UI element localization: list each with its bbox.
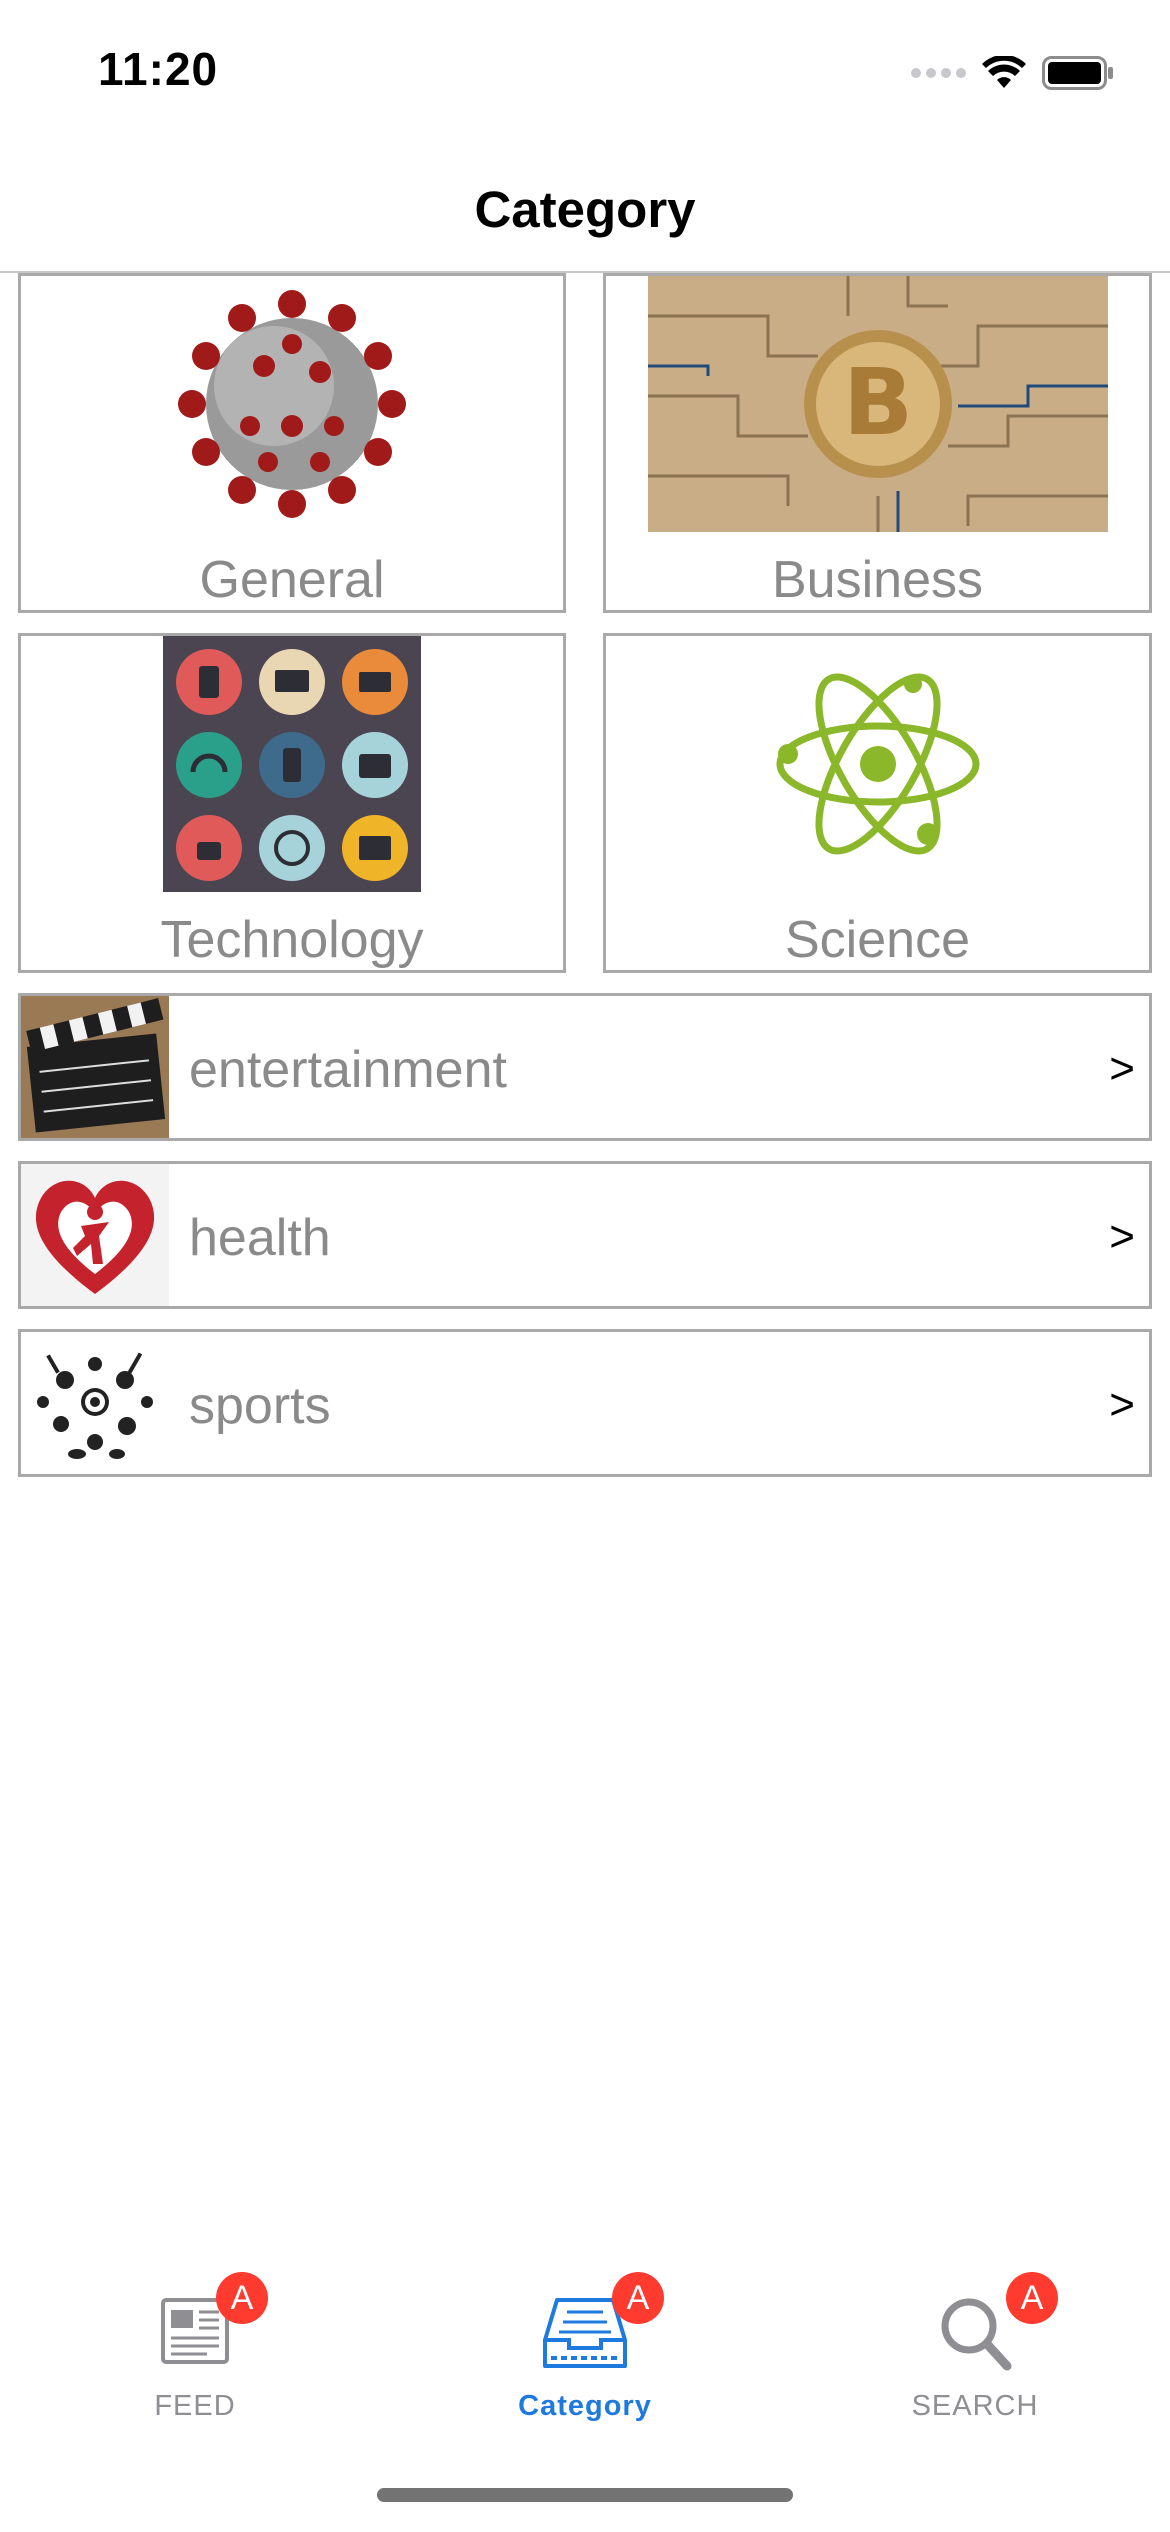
status-time: 11:20 [98, 43, 219, 95]
category-row-entertainment[interactable]: entertainment > [18, 993, 1152, 1141]
category-tile-general[interactable]: General [18, 273, 566, 613]
wifi-icon [982, 56, 1026, 88]
tab-category[interactable]: A Category [390, 2240, 780, 2440]
tile-label: Science [785, 911, 970, 969]
bitcoin-image: B [647, 276, 1108, 532]
tab-search[interactable]: A SEARCH [780, 2240, 1170, 2440]
chevron-right-icon: > [1109, 1044, 1135, 1093]
virus-image [178, 290, 406, 518]
row-label: health [189, 1209, 331, 1267]
technology-image [163, 636, 421, 892]
category-tile-science[interactable]: Science [603, 633, 1152, 973]
battery-icon [1042, 56, 1113, 90]
category-tile-technology[interactable]: Technology [18, 633, 566, 973]
tab-label: FEED [154, 2390, 236, 2422]
row-label: entertainment [189, 1041, 507, 1099]
navigation-bar: Category [0, 140, 1170, 273]
cellular-signal-icon [911, 68, 966, 78]
status-icons [911, 50, 1114, 96]
health-heart-image [21, 1164, 169, 1306]
row-label: sports [189, 1377, 331, 1435]
page-title: Category [474, 181, 696, 238]
atom-image [776, 673, 979, 855]
tile-label: General [199, 551, 385, 609]
notification-badge: A [216, 2272, 268, 2324]
category-row-sports[interactable]: sports > [18, 1329, 1152, 1477]
tab-label: SEARCH [911, 2390, 1039, 2422]
svg-text:B: B [842, 349, 912, 456]
chevron-right-icon: > [1109, 1212, 1135, 1261]
notification-badge: A [612, 2272, 664, 2324]
tile-label: Business [772, 551, 983, 609]
notification-badge: A [1006, 2272, 1058, 2324]
category-row-health[interactable]: health > [18, 1161, 1152, 1309]
chevron-right-icon: > [1109, 1380, 1135, 1429]
tab-feed[interactable]: A FEED [0, 2240, 390, 2440]
tab-label: Category [518, 2390, 652, 2422]
category-tile-business[interactable]: B Business [603, 273, 1152, 613]
status-bar: 11:20 [0, 0, 1170, 140]
tile-label: Technology [160, 911, 424, 969]
clapperboard-image [21, 996, 169, 1138]
home-indicator[interactable] [377, 2488, 793, 2502]
sports-collage-image [21, 1332, 169, 1474]
